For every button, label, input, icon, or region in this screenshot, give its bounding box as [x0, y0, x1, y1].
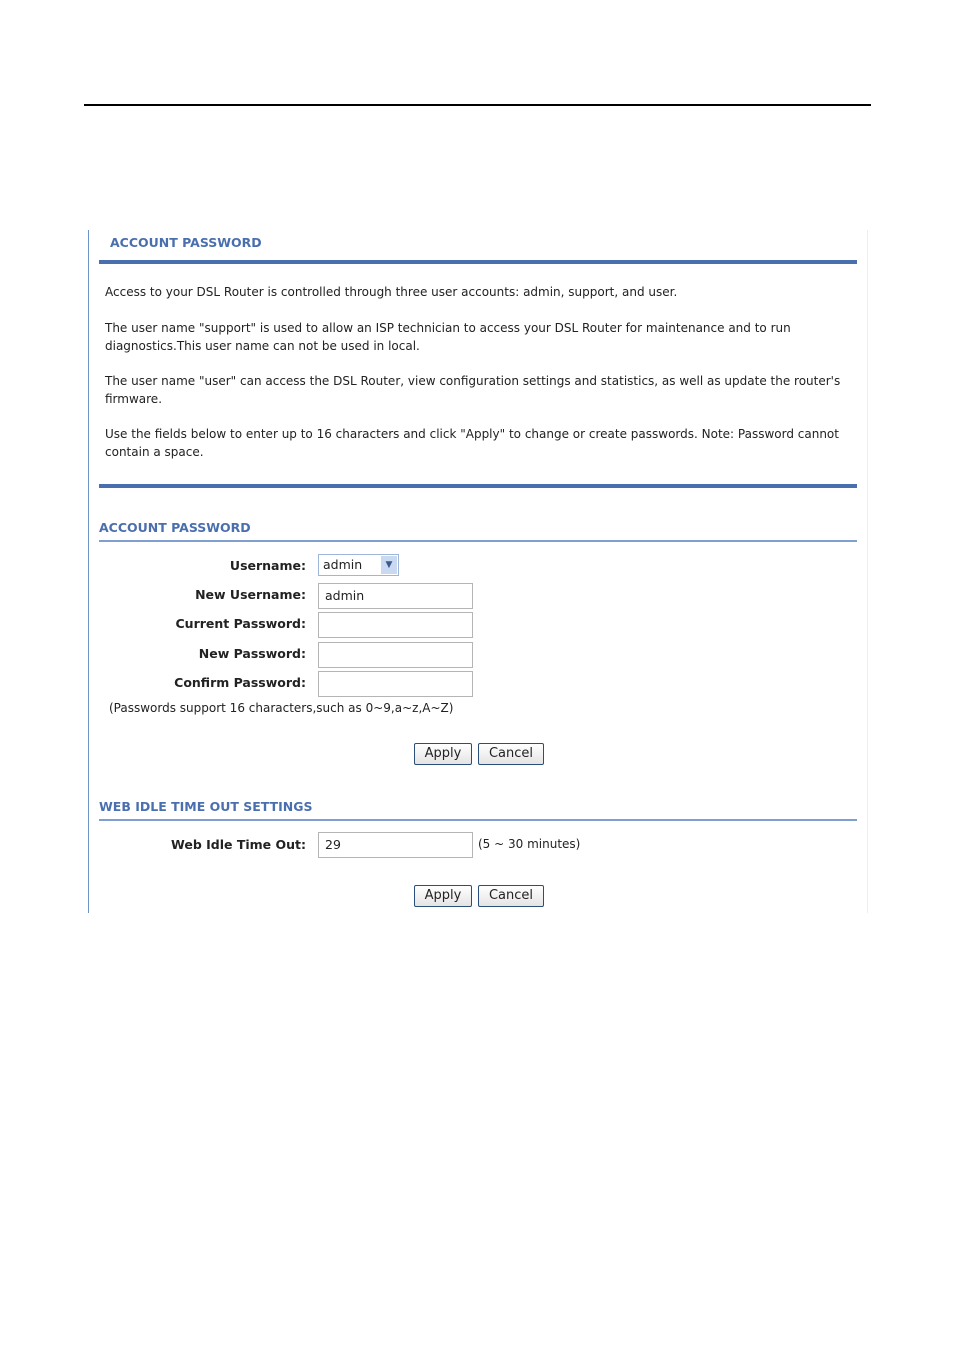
- web-idle-label: Web Idle Time Out:: [171, 837, 306, 852]
- divider: [99, 484, 857, 488]
- new-password-input[interactable]: [318, 642, 473, 668]
- apply-button[interactable]: Apply: [414, 885, 472, 907]
- confirm-password-input[interactable]: [318, 671, 473, 697]
- divider: [99, 819, 857, 821]
- new-password-label: New Password:: [198, 646, 306, 661]
- intro-text: The user name "support" is used to allow…: [105, 321, 791, 353]
- settings-panel: ACCOUNT PASSWORD Access to your DSL Rout…: [88, 230, 868, 913]
- chevron-down-icon: ▼: [381, 556, 397, 574]
- password-hint: (Passwords support 16 characters,such as…: [109, 701, 454, 715]
- cancel-button[interactable]: Cancel: [478, 885, 544, 907]
- current-password-label: Current Password:: [175, 616, 307, 631]
- section-title: ACCOUNT PASSWORD: [99, 520, 251, 535]
- web-idle-input[interactable]: 29: [318, 832, 473, 858]
- section-title: ACCOUNT PASSWORD: [110, 235, 262, 250]
- divider: [99, 260, 857, 264]
- new-username-input[interactable]: admin: [318, 583, 473, 609]
- current-password-input[interactable]: [318, 612, 473, 638]
- intro-text: Access to your DSL Router is controlled …: [105, 285, 678, 299]
- web-idle-range: (5 ~ 30 minutes): [478, 837, 581, 851]
- cancel-button[interactable]: Cancel: [478, 743, 544, 765]
- intro-text: Use the fields below to enter up to 16 c…: [105, 427, 839, 459]
- top-rule: [84, 104, 871, 106]
- section-title: WEB IDLE TIME OUT SETTINGS: [99, 799, 313, 814]
- confirm-password-label: Confirm Password:: [174, 675, 306, 690]
- divider: [99, 540, 857, 542]
- apply-button[interactable]: Apply: [414, 743, 472, 765]
- username-select[interactable]: admin ▼: [318, 554, 399, 576]
- new-username-label: New Username:: [195, 587, 306, 602]
- username-selected: admin: [323, 557, 363, 572]
- intro-text: The user name "user" can access the DSL …: [105, 374, 841, 406]
- username-label: Username:: [229, 558, 306, 573]
